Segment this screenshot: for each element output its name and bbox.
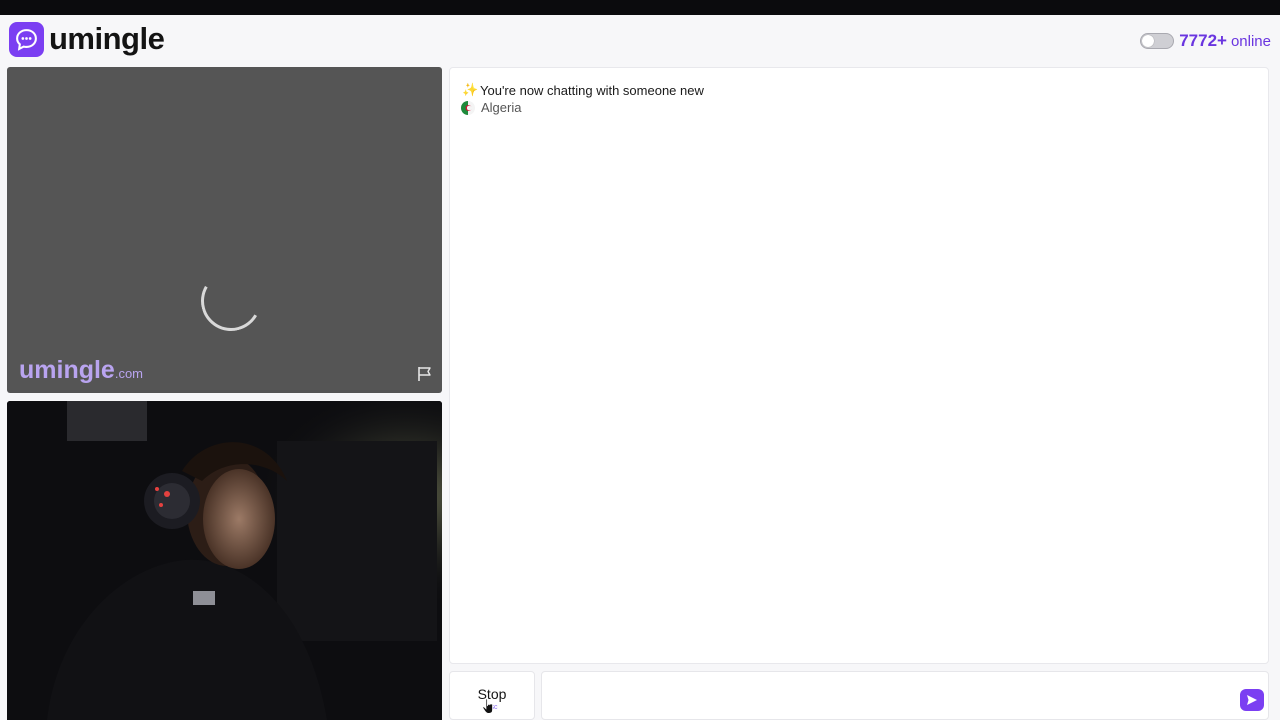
send-icon[interactable] <box>1240 689 1264 711</box>
flag-icon[interactable] <box>416 365 434 383</box>
app-header: umingle 7772+ online <box>0 15 1280 66</box>
system-message-text: You're now chatting with someone new <box>480 82 704 98</box>
logo[interactable]: umingle <box>9 21 165 57</box>
toggle-knob <box>1142 35 1155 47</box>
theme-toggle[interactable] <box>1140 33 1175 49</box>
online-indicator: 7772+ online <box>1140 31 1271 51</box>
message-composer <box>541 671 1269 720</box>
logo-text: umingle <box>49 21 165 56</box>
local-video <box>7 401 442 720</box>
window-top-bar <box>0 0 1280 15</box>
algeria-flag-icon <box>461 100 475 115</box>
remote-video: umingle.com <box>7 67 442 393</box>
video-watermark: umingle.com <box>19 356 143 385</box>
watermark-suffix: .com <box>114 366 144 381</box>
loading-spinner-icon <box>194 264 268 338</box>
sparkle-icon: ✨ <box>462 82 479 97</box>
chat-bubble-icon <box>9 21 44 57</box>
hand-cursor-icon <box>482 698 493 714</box>
watermark-main: umingle <box>19 356 115 384</box>
system-message: ✨ You're now chatting with someone new <box>462 82 704 98</box>
online-label: online <box>1230 32 1271 50</box>
online-count: 7772+ <box>1179 31 1227 50</box>
message-input[interactable] <box>550 680 1230 712</box>
camera-feed <box>7 401 442 720</box>
country-name: Algeria <box>481 100 522 115</box>
partner-country: Algeria <box>461 100 521 115</box>
chat-panel: ✨ You're now chatting with someone new A… <box>449 67 1269 664</box>
